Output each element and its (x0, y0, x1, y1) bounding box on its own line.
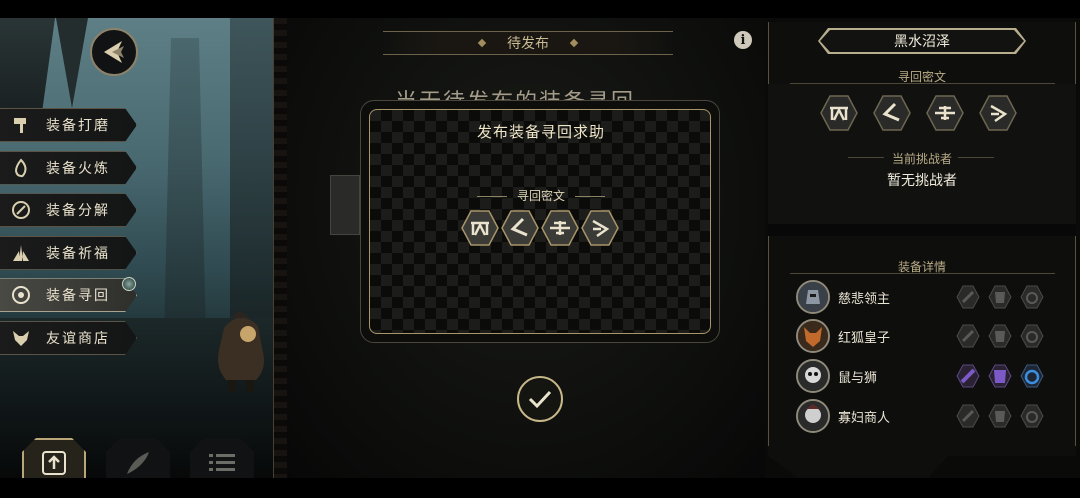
menu-item-disassemble[interactable]: 装备分解 (0, 193, 137, 228)
menu-item-label: 友谊商店 (46, 330, 110, 347)
disassemble-icon (10, 199, 32, 221)
hero-name: 鼠与狮 (838, 370, 878, 386)
avatar (796, 319, 830, 353)
pending-tab-header: 待发布 (383, 31, 673, 55)
confirm-button[interactable] (517, 376, 563, 422)
left-frame-border (273, 18, 287, 478)
ring-slot-icon[interactable] (1020, 285, 1044, 309)
diamond-icon (569, 38, 579, 48)
checkmark-icon (528, 390, 552, 409)
rune-arrow-icon (873, 94, 911, 132)
background-card (330, 175, 360, 235)
section-gap (768, 224, 1076, 236)
upload-icon (42, 451, 66, 475)
rune-spiral-icon[interactable] (581, 209, 619, 247)
weapon-slot-icon[interactable] (956, 364, 980, 388)
dialog-rune-row (461, 209, 621, 247)
panel-rune-row (820, 94, 1019, 132)
rune-tent-icon (820, 94, 858, 132)
ring-slot-icon[interactable] (1020, 324, 1044, 348)
blessing-icon (10, 242, 32, 264)
rune-arrow-icon[interactable] (501, 209, 539, 247)
side-menu: 装备打磨 装备火炼 装备分解 装备祈福 装备寻回 友谊商店 (0, 108, 140, 364)
rune-spiral-icon (979, 94, 1017, 132)
avatar (796, 359, 830, 393)
back-button[interactable] (90, 28, 138, 76)
armor-slot-icon[interactable] (988, 324, 1012, 348)
rune-cross-icon (926, 94, 964, 132)
armor-slot-icon[interactable] (988, 285, 1012, 309)
challenger-label: 当前挑战者 (891, 152, 952, 166)
menu-item-label: 装备打磨 (46, 118, 110, 134)
dialog-title: 发布装备寻回求助 (476, 123, 605, 141)
menu-item-label: 装备寻回 (46, 288, 110, 305)
ring-slot-icon[interactable] (1020, 404, 1044, 428)
ring-slot-icon[interactable] (1020, 364, 1044, 388)
menu-item-label: 装备火炼 (46, 160, 110, 177)
hero-row[interactable]: 红狐皇子 (796, 319, 1044, 353)
bottom-letterbox (0, 478, 1080, 498)
avatar (796, 399, 830, 433)
divider (790, 273, 1055, 274)
challenger-value: 暂无挑战者 (887, 173, 957, 189)
menu-item-polish[interactable]: 装备打磨 (0, 108, 137, 142)
armor-slot-icon[interactable] (988, 404, 1012, 428)
menu-item-forge[interactable]: 装备火炼 (0, 150, 137, 185)
location-title: 黑水沼泽 (820, 30, 1024, 52)
hero-name: 慈悲领主 (838, 291, 891, 307)
weapon-slot-icon[interactable] (956, 285, 980, 309)
diamond-icon (477, 38, 487, 48)
hedgehog-character (210, 308, 270, 393)
retrieve-icon (10, 284, 32, 306)
pending-title: 待发布 (507, 36, 549, 52)
info-icon[interactable]: i (734, 31, 752, 49)
weapon-slot-icon[interactable] (956, 324, 980, 348)
list-icon (209, 454, 235, 471)
top-letterbox (0, 0, 1080, 18)
menu-item-friendship-shop[interactable]: 友谊商店 (0, 320, 137, 355)
hero-name: 寡妇商人 (838, 410, 891, 426)
armor-slot-icon[interactable] (988, 364, 1012, 388)
menu-item-blessing[interactable]: 装备祈福 (0, 235, 137, 270)
fox-icon (10, 327, 32, 349)
rune-cross-icon[interactable] (541, 209, 579, 247)
notification-dot (122, 277, 136, 291)
hero-row[interactable]: 鼠与狮 (796, 359, 1044, 393)
dialog-subtitle: 寻回密文 (361, 187, 719, 204)
hammer-icon (10, 114, 32, 136)
flame-icon (10, 157, 32, 179)
publish-dialog: 发布装备寻回求助 寻回密文 (360, 100, 720, 343)
menu-item-label: 装备分解 (46, 203, 110, 220)
rune-tent-icon[interactable] (461, 209, 499, 247)
avatar (796, 280, 830, 314)
menu-item-label: 装备祈福 (46, 245, 110, 262)
hero-row[interactable]: 寡妇商人 (796, 399, 1044, 433)
weapon-slot-icon[interactable] (956, 404, 980, 428)
menu-item-retrieve[interactable]: 装备寻回 (0, 278, 137, 313)
hero-row[interactable]: 慈悲领主 (796, 280, 1044, 314)
hero-name: 红狐皇子 (838, 330, 891, 346)
divider (790, 83, 1055, 84)
feather-icon (127, 452, 149, 474)
back-arrow-icon (104, 41, 124, 63)
